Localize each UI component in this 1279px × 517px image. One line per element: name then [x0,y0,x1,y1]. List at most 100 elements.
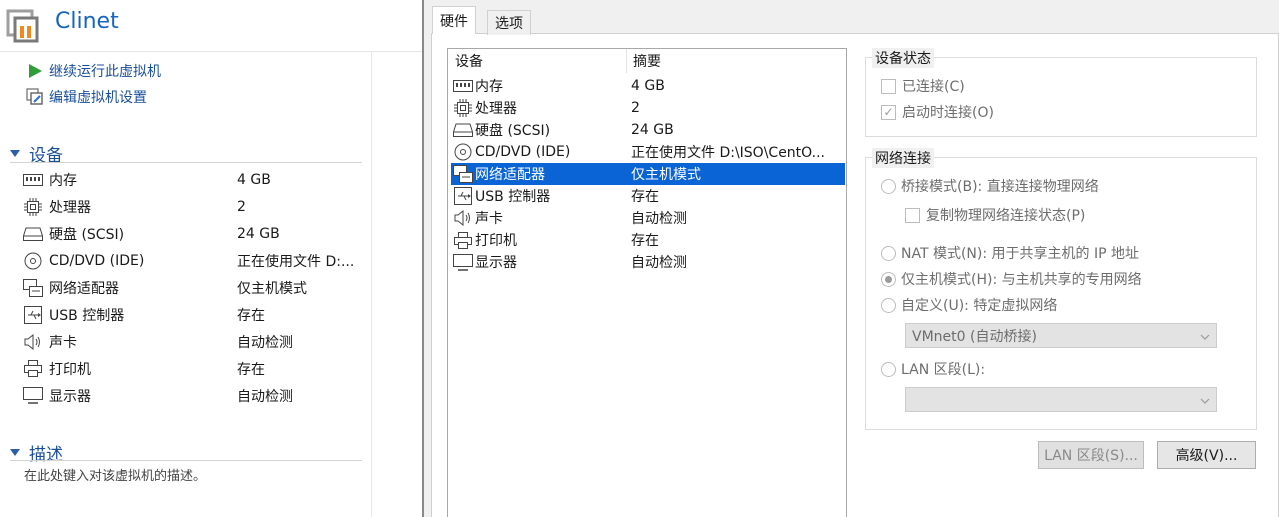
hardware-row-sound[interactable]: 声卡 自动检测 [451,207,845,229]
lan-segments-button[interactable]: LAN 区段(S)... [1038,441,1144,469]
section-divider [10,460,362,461]
hardware-row-hard-disk[interactable]: 硬盘 (SCSI) 24 GB [451,119,845,141]
edit-vm-settings-label: 编辑虚拟机设置 [49,90,147,106]
play-icon [26,62,44,80]
vm-device-name: 内存 [49,172,77,189]
hardware-list-header: 设备 摘要 [448,49,846,73]
vm-device-name: 硬盘 (SCSI) [49,226,125,243]
custom-radio[interactable]: 自定义(U): 特定虚拟网络 [881,295,1057,315]
vm-device-row[interactable]: 网络适配器 仅主机模式 [22,274,367,301]
hardware-name: 打印机 [475,233,517,249]
hardware-name: 网络适配器 [475,167,545,183]
vm-device-name: 处理器 [49,199,91,216]
vm-device-row[interactable]: 声卡 自动检测 [22,328,367,355]
connect-at-power-on-label: 启动时连接(O) [902,105,994,121]
vm-device-name: USB 控制器 [49,307,125,324]
custom-network-select[interactable]: VMnet0 (自动桥接) [905,323,1217,348]
hardware-summary: 4 GB [631,78,665,94]
replicate-state-checkbox[interactable]: 复制物理网络连接状态(P) [905,205,1085,225]
description-section-title: 描述 [29,445,63,465]
hardware-row-printer[interactable]: 打印机 存在 [451,229,845,251]
host-only-label: 仅主机模式(H): 与主机共享的专用网络 [901,272,1142,288]
tab-options[interactable]: 选项 [487,10,531,35]
vm-title: Clinet [55,9,119,34]
checkbox-box [881,78,896,94]
vm-logo-icon [6,9,40,43]
vm-device-row[interactable]: 显示器 自动检测 [22,382,367,409]
hardware-name: CD/DVD (IDE) [475,144,571,160]
vm-device-row[interactable]: USB 控制器 存在 [22,301,367,328]
hardware-summary: 存在 [631,189,659,205]
hardware-name: 显示器 [475,255,517,271]
hardware-row-display[interactable]: 显示器 自动检测 [451,251,845,273]
bridged-radio[interactable]: 桥接模式(B): 直接连接物理网络 [881,176,1099,196]
hardware-device-list[interactable]: 设备 摘要 内存 4 GB 处理器 2 硬盘 (SCSI) 24 GB CD/D… [447,48,847,517]
vm-header: Clinet [0,0,422,52]
vm-device-value: 自动检测 [237,334,293,351]
connected-label: 已连接(C) [902,79,965,95]
vm-device-name: 显示器 [49,388,91,405]
sound-icon [453,209,473,227]
hardware-name: 硬盘 (SCSI) [475,123,551,139]
memory-icon [22,171,44,189]
sound-icon [22,333,44,351]
hardware-row-memory[interactable]: 内存 4 GB [451,75,845,97]
description-placeholder[interactable]: 在此处键入对该虚拟机的描述。 [24,465,206,484]
connect-at-power-on-checkbox[interactable]: ✓ 启动时连接(O) [881,102,994,122]
checkmark-icon: ✓ [881,104,896,120]
hardware-row-cd-dvd[interactable]: CD/DVD (IDE) 正在使用文件 D:\ISO\CentO... [451,141,845,163]
vm-device-name: 打印机 [49,361,91,378]
vm-device-value: 存在 [237,307,265,324]
device-status-group: 设备状态 [865,48,1257,137]
hardware-row-network-adapter[interactable]: 网络适配器 仅主机模式 [451,163,845,185]
power-on-vm-link[interactable]: 继续运行此虚拟机 [26,60,161,82]
device-status-title: 设备状态 [872,48,934,68]
hardware-name: 内存 [475,79,503,95]
radio-circle [881,361,896,377]
hardware-row-usb[interactable]: USB 控制器 存在 [451,185,845,207]
edit-vm-settings-link[interactable]: 编辑虚拟机设置 [26,86,147,108]
chevron-down-icon [1200,394,1210,410]
hardware-name: 处理器 [475,101,517,117]
lan-segment-radio[interactable]: LAN 区段(L): [881,359,985,379]
summary-column-header[interactable]: 摘要 [627,49,661,73]
connected-checkbox[interactable]: 已连接(C) [881,76,965,96]
hardware-summary: 2 [631,100,640,116]
collapse-triangle-icon [10,150,20,157]
hardware-row-processor[interactable]: 处理器 2 [451,97,845,119]
hardware-summary: 仅主机模式 [631,167,701,183]
network-adapter-icon [22,278,44,297]
edit-settings-icon [26,88,44,106]
description-section-toggle[interactable]: 描述 [10,440,63,465]
vm-device-value: 2 [237,198,246,215]
vm-device-row[interactable]: 处理器 2 [22,193,367,220]
lan-segment-select[interactable] [905,387,1217,412]
vm-device-value: 仅主机模式 [237,280,307,297]
checkbox-box [905,207,920,223]
hardware-summary: 正在使用文件 D:\ISO\CentO... [631,145,825,161]
radio-circle [881,245,896,261]
vm-device-name: 声卡 [49,334,77,351]
vm-device-row[interactable]: 打印机 存在 [22,355,367,382]
cd-dvd-icon [22,252,44,270]
nat-label: NAT 模式(N): 用于共享主机的 IP 地址 [901,246,1139,262]
radio-circle [881,297,896,313]
display-icon [453,253,473,271]
hardware-summary: 24 GB [631,122,674,138]
vm-device-row[interactable]: 内存 4 GB [22,166,367,193]
radio-circle [881,178,896,194]
vm-device-list: 内存 4 GB 处理器 2 硬盘 (SCSI) 24 GB CD/DVD (ID… [22,166,367,409]
advanced-button[interactable]: 高级(V)... [1157,441,1256,469]
custom-network-value: VMnet0 (自动桥接) [912,328,1037,345]
panel-divider [371,52,372,517]
cpu-icon [22,197,44,216]
device-column-header[interactable]: 设备 [448,49,627,73]
host-only-radio[interactable]: 仅主机模式(H): 与主机共享的专用网络 [881,269,1142,289]
usb-icon [22,305,44,324]
nat-radio[interactable]: NAT 模式(N): 用于共享主机的 IP 地址 [881,243,1139,263]
vm-device-value: 正在使用文件 D:... [237,253,355,270]
tab-hardware[interactable]: 硬件 [432,6,476,34]
cpu-icon [453,99,473,117]
vm-device-row[interactable]: 硬盘 (SCSI) 24 GB [22,220,367,247]
vm-device-row[interactable]: CD/DVD (IDE) 正在使用文件 D:... [22,247,367,274]
